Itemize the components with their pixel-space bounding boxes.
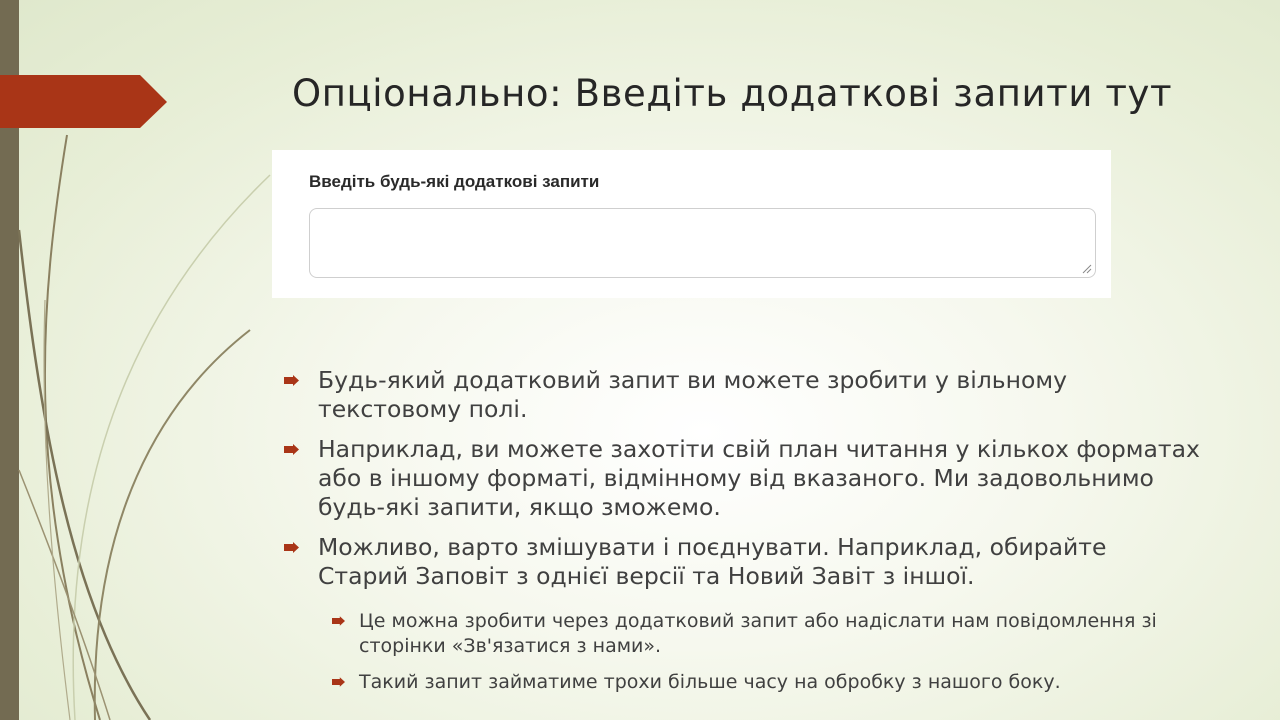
bullet-arrow-icon [284,375,299,386]
bullet-item: Наприклад, ви можете захотіти свій план … [280,435,1200,522]
sub-bullet-text: Такий запит займатиме трохи більше часу … [359,671,1061,693]
slide-title: Опціонально: Введіть додаткові запити ту… [292,72,1173,115]
bullet-text: Наприклад, ви можете захотіти свій план … [318,435,1200,521]
sub-bullet-arrow-icon [332,677,345,687]
additional-requests-textarea[interactable] [309,208,1096,278]
bullet-arrow-icon [284,542,299,553]
sub-bullet-text: Це можна зробити через додатковий запит … [359,610,1157,657]
bullet-item: Можливо, варто змішувати і поєднувати. Н… [280,533,1200,591]
bullet-text: Можливо, варто змішувати і поєднувати. Н… [318,533,1107,590]
sub-bullet-item: Це можна зробити через додатковий запит … [280,609,1200,659]
form-label: Введіть будь-які додаткові запити [309,172,600,191]
title-arrow-shape [0,75,167,128]
bullet-item: Будь-який додатковий запит ви можете зро… [280,366,1200,424]
sub-bullet-arrow-icon [332,616,345,626]
bullet-arrow-icon [284,444,299,455]
sub-bullet-item: Такий запит займатиме трохи більше часу … [280,670,1200,695]
form-screenshot: Введіть будь-які додаткові запити [272,150,1111,298]
bullet-list: Будь-який додатковий запит ви можете зро… [280,366,1200,706]
bullet-text: Будь-який додатковий запит ви можете зро… [318,366,1067,423]
resize-grip-icon[interactable] [1082,264,1092,274]
